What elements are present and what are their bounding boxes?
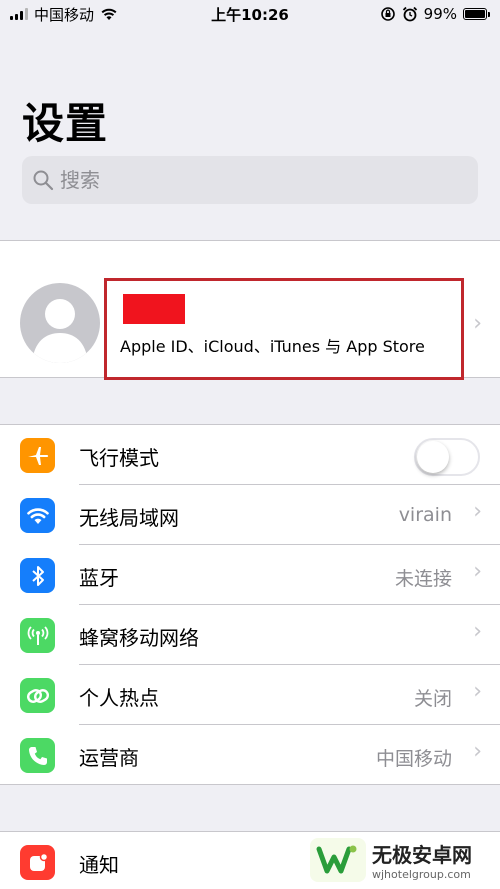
- notifications-label: 通知: [79, 853, 119, 877]
- bluetooth-label: 蓝牙: [79, 566, 119, 590]
- wifi-label: 无线局域网: [79, 506, 179, 530]
- search-input[interactable]: [60, 168, 460, 192]
- hotspot-label: 个人热点: [79, 686, 159, 710]
- wifi-value: virain: [398, 504, 452, 526]
- settings-row-carrier[interactable]: 运营商 中国移动 ›: [0, 725, 500, 785]
- carrier-label: 中国移动: [34, 5, 95, 24]
- chevron-right-icon: ›: [473, 739, 482, 764]
- chevron-right-icon: ›: [473, 499, 482, 524]
- settings-group: 飞行模式 无线局域网 virain › 蓝牙 未连接 › 蜂窝移动网络 › 个人…: [0, 424, 500, 785]
- battery-icon: [463, 8, 490, 20]
- notifications-icon: [20, 845, 55, 880]
- settings-row-airplane[interactable]: 飞行模式: [0, 425, 500, 485]
- settings-row-bluetooth[interactable]: 蓝牙 未连接 ›: [0, 545, 500, 605]
- battery-fill: [465, 10, 485, 18]
- signal-strength-icon: [10, 8, 28, 20]
- chevron-right-icon: ›: [473, 559, 482, 584]
- avatar: [20, 283, 100, 363]
- chevron-right-icon: ›: [473, 619, 482, 644]
- watermark-url: wjhotelgroup.com: [372, 868, 471, 881]
- carrier-row-value: 中国移动: [375, 748, 452, 770]
- wifi-icon: [20, 498, 55, 533]
- bluetooth-icon: [20, 558, 55, 593]
- profile-highlight-box[interactable]: Apple ID、iCloud、iTunes 与 App Store: [104, 278, 464, 380]
- toggle-knob: [417, 441, 449, 473]
- wifi-status-icon: [101, 8, 117, 20]
- status-bar: 中国移动 上午10:26 99%: [0, 0, 500, 28]
- profile-subtitle: Apple ID、iCloud、iTunes 与 App Store: [120, 337, 425, 356]
- settings-row-cellular[interactable]: 蜂窝移动网络 ›: [0, 605, 500, 665]
- person-silhouette-icon: [32, 299, 88, 363]
- status-right: 99%: [380, 5, 490, 23]
- search-bar[interactable]: [22, 156, 478, 204]
- airplane-mode-label: 飞行模式: [79, 446, 159, 470]
- chevron-right-icon: ›: [473, 679, 482, 704]
- hotspot-icon: [20, 678, 55, 713]
- airplane-mode-toggle[interactable]: [414, 438, 480, 476]
- airplane-icon: [20, 438, 55, 473]
- carrier-row-label: 运营商: [79, 746, 139, 770]
- watermark: 无极安卓网 wjhotelgroup.com: [310, 838, 472, 882]
- watermark-title: 无极安卓网: [372, 843, 472, 867]
- cellular-label: 蜂窝移动网络: [79, 626, 199, 650]
- watermark-logo: [310, 838, 366, 882]
- status-left: 中国移动: [10, 4, 118, 25]
- battery-percent: 99%: [423, 5, 457, 23]
- chevron-right-icon: ›: [473, 311, 482, 336]
- hotspot-value: 关闭: [413, 688, 452, 710]
- cellular-icon: [20, 618, 55, 653]
- search-icon: [33, 170, 54, 191]
- settings-row-hotspot[interactable]: 个人热点 关闭 ›: [0, 665, 500, 725]
- settings-row-wifi[interactable]: 无线局域网 virain ›: [0, 485, 500, 545]
- redacted-name: [123, 294, 185, 324]
- page-title: 设置: [22, 99, 109, 148]
- rotation-lock-icon: [380, 7, 395, 21]
- phone-icon: [20, 738, 55, 773]
- bluetooth-value: 未连接: [394, 568, 452, 590]
- alarm-icon: [402, 6, 417, 22]
